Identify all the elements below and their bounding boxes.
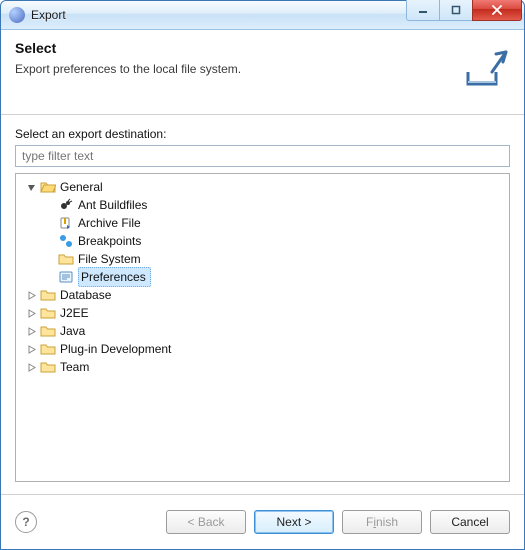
tree-node-java[interactable]: Java — [24, 322, 507, 340]
tree-node-ant[interactable]: Ant Buildfiles — [42, 196, 507, 214]
tree-node-archive[interactable]: Archive File — [42, 214, 507, 232]
folder-icon — [40, 287, 56, 303]
app-icon — [9, 7, 25, 23]
folder-icon — [40, 341, 56, 357]
ant-icon — [58, 197, 74, 213]
page-subtitle: Export preferences to the local file sys… — [15, 62, 510, 76]
folder-open-icon — [40, 179, 56, 195]
tree-node-general[interactable]: General Ant Buildfiles — [24, 178, 507, 286]
wizard-header: Select Export preferences to the local f… — [1, 30, 524, 115]
window-title: Export — [31, 8, 66, 22]
tree-label: File System — [78, 250, 141, 268]
page-title: Select — [15, 40, 510, 56]
tree-label: Archive File — [78, 214, 141, 232]
tree-label: Database — [60, 286, 111, 304]
close-button[interactable] — [472, 0, 522, 21]
archive-icon — [58, 215, 74, 231]
expander-open-icon[interactable] — [26, 182, 36, 192]
tree-label: Plug-in Development — [60, 340, 171, 358]
wizard-body: Select an export destination: General — [1, 115, 524, 494]
back-button[interactable]: < Back — [166, 510, 246, 534]
tree-node-database[interactable]: Database — [24, 286, 507, 304]
breakpoints-icon — [58, 233, 74, 249]
filter-input[interactable] — [15, 145, 510, 167]
expander-closed-icon[interactable] — [26, 344, 36, 354]
tree-label: Java — [60, 322, 85, 340]
folder-icon — [40, 359, 56, 375]
next-button[interactable]: Next > — [254, 510, 334, 534]
cancel-button[interactable]: Cancel — [430, 510, 510, 534]
titlebar[interactable]: Export — [1, 1, 524, 30]
folder-icon — [40, 305, 56, 321]
expander-closed-icon[interactable] — [26, 326, 36, 336]
window-controls — [407, 0, 522, 21]
tree-node-preferences[interactable]: Preferences — [42, 268, 507, 286]
destination-label: Select an export destination: — [15, 127, 510, 141]
help-icon[interactable]: ? — [15, 511, 37, 533]
tree-node-team[interactable]: Team — [24, 358, 507, 376]
tree-label: Preferences — [78, 267, 151, 287]
expander-closed-icon[interactable] — [26, 290, 36, 300]
wizard-footer: ? < Back Next > Finish Cancel — [1, 494, 524, 549]
tree-label: Breakpoints — [78, 232, 141, 250]
finish-button[interactable]: Finish — [342, 510, 422, 534]
tree-node-breakpoints[interactable]: Breakpoints — [42, 232, 507, 250]
tree-label: Team — [60, 358, 89, 376]
tree-node-filesystem[interactable]: File System — [42, 250, 507, 268]
tree-label: General — [60, 178, 103, 196]
maximize-button[interactable] — [439, 0, 473, 21]
folder-icon — [58, 251, 74, 267]
tree-label: Ant Buildfiles — [78, 196, 147, 214]
export-icon — [462, 44, 510, 92]
minimize-button[interactable] — [406, 0, 440, 21]
export-dialog: Export Select Export preferences to the … — [0, 0, 525, 550]
tree-label: J2EE — [60, 304, 89, 322]
export-tree[interactable]: General Ant Buildfiles — [15, 173, 510, 482]
tree-node-plugin[interactable]: Plug-in Development — [24, 340, 507, 358]
folder-icon — [40, 323, 56, 339]
expander-closed-icon[interactable] — [26, 308, 36, 318]
tree-node-j2ee[interactable]: J2EE — [24, 304, 507, 322]
preferences-icon — [58, 269, 74, 285]
expander-closed-icon[interactable] — [26, 362, 36, 372]
